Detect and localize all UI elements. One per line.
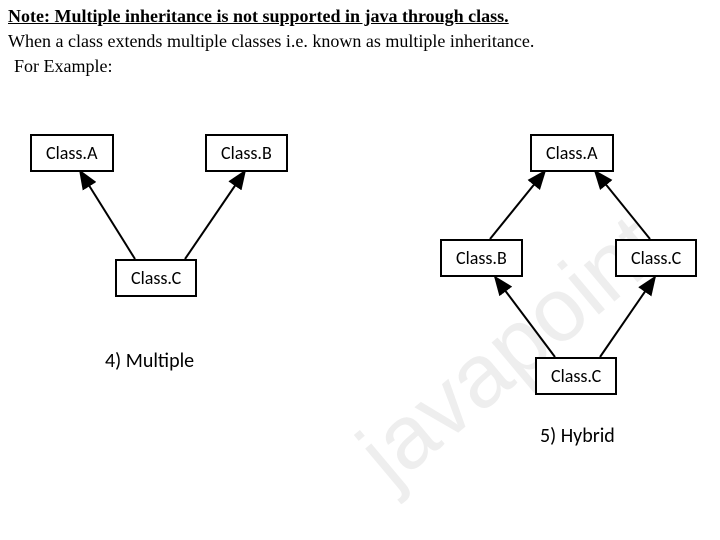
- hybrid-class-b: Class.B: [440, 239, 523, 277]
- hybrid-class-c-right: Class.C: [615, 239, 697, 277]
- diagram-area: javapoint Class.A Class.B Class.C 4) Mul…: [0, 79, 720, 519]
- multiple-class-c: Class.C: [115, 259, 197, 297]
- multiple-class-a: Class.A: [30, 134, 114, 172]
- multiple-caption: 4) Multiple: [105, 349, 194, 373]
- description-line: When a class extends multiple classes i.…: [0, 29, 720, 54]
- hybrid-class-c-bottom: Class.C: [535, 357, 617, 395]
- multiple-class-b: Class.B: [205, 134, 288, 172]
- note-heading: Note: Multiple inheritance is not suppor…: [0, 0, 720, 29]
- hybrid-class-a: Class.A: [530, 134, 614, 172]
- example-line: For Example:: [0, 54, 720, 79]
- hybrid-caption: 5) Hybrid: [540, 424, 615, 448]
